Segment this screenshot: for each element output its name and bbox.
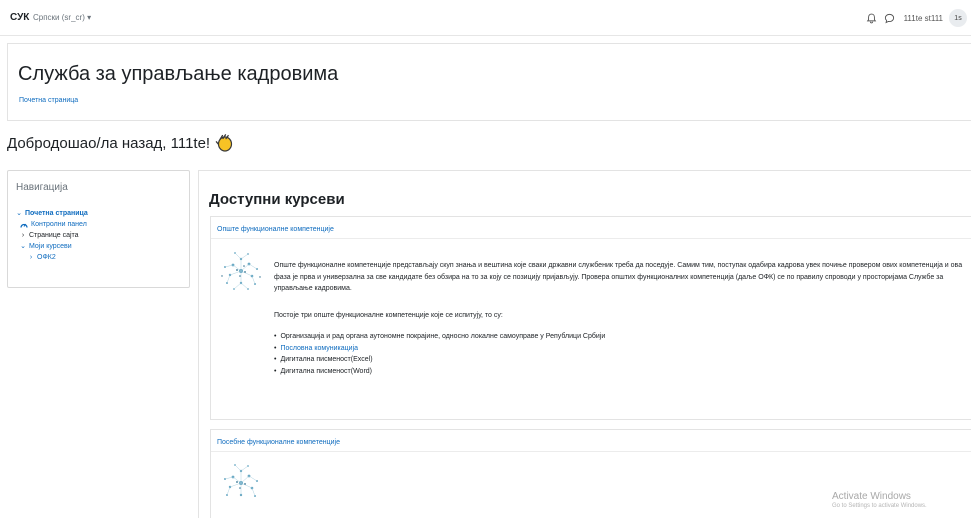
- top-navbar: СУК Српски (sr_cr) ▾ 111te st111 1s: [0, 0, 971, 36]
- message-icon[interactable]: [884, 12, 896, 24]
- language-menu[interactable]: Српски (sr_cr) ▾: [33, 13, 91, 22]
- course-summary: Опште функционалне компетенције представ…: [274, 262, 963, 292]
- course-image: [215, 457, 267, 509]
- list-item: Организација и рад органа аутономне покр…: [274, 331, 605, 343]
- waving-hand-icon: [214, 133, 234, 153]
- nav-site-pages-label[interactable]: Странице сајта: [29, 230, 79, 241]
- page-title: Служба за управљање кадровима: [18, 63, 339, 85]
- nav-item-home[interactable]: ⌄ Почетна страница: [16, 208, 88, 219]
- nav-my-courses-label[interactable]: Моји курсеви: [29, 241, 72, 252]
- avatar[interactable]: 1s: [949, 9, 967, 27]
- activation-watermark: Activate Windows Go to Settings to activ…: [832, 491, 927, 509]
- competency-list: Организација и рад органа аутономне покр…: [274, 331, 605, 377]
- nav-item-dashboard[interactable]: Контролни панел: [16, 219, 88, 230]
- nav-course-ofk2-label[interactable]: ОФК2: [37, 252, 56, 263]
- course-divider: [211, 451, 971, 452]
- nav-dashboard-label[interactable]: Контролни панел: [31, 219, 87, 230]
- course-image: [215, 245, 267, 297]
- nav-item-site-pages[interactable]: › Странице сајта: [16, 230, 88, 241]
- welcome-text: Добродошао/ла назад, 111te!: [7, 134, 211, 152]
- page-header: Служба за управљање кадровима Почетна ст…: [7, 43, 971, 121]
- watermark-title: Activate Windows: [832, 491, 911, 502]
- list-item: Дигитална писменост(Word): [274, 366, 605, 378]
- network-graphic-icon: [224, 464, 258, 497]
- course-name-link[interactable]: Посебне функционалне компетенције: [217, 439, 340, 446]
- chevron-down-icon[interactable]: ⌄: [20, 241, 26, 252]
- user-name[interactable]: 111te st111: [904, 14, 943, 23]
- list-item-link[interactable]: Пословна комуникација: [274, 343, 605, 355]
- available-courses-region: Доступни курсеви Опште функционалне комп…: [198, 170, 971, 518]
- navigation-tree: ⌄ Почетна страница Контролни панел › Стр…: [16, 208, 88, 263]
- course-name-link[interactable]: Опште функционалне компетенције: [217, 226, 334, 233]
- chevron-right-icon[interactable]: ›: [20, 230, 26, 241]
- navigation-block: Навигација ⌄ Почетна страница Контролни …: [7, 170, 190, 288]
- course-divider: [211, 238, 971, 239]
- network-graphic-icon: [221, 252, 261, 290]
- course-intro: Постоје три опште функционалне компетенц…: [274, 312, 503, 319]
- section-title: Доступни курсеви: [209, 191, 345, 208]
- nav-item-course-ofk2[interactable]: › ОФК2: [16, 252, 88, 263]
- user-menu-area: 111te st111 1s: [866, 9, 967, 27]
- welcome-message: Добродошао/ла назад, 111te!: [7, 133, 234, 153]
- breadcrumb[interactable]: Почетна страница: [19, 97, 78, 104]
- dashboard-icon: [20, 221, 28, 229]
- nav-item-my-courses[interactable]: ⌄ Моји курсеви: [16, 241, 88, 252]
- chevron-down-icon[interactable]: ⌄: [16, 208, 22, 219]
- nav-home-label[interactable]: Почетна страница: [25, 208, 88, 219]
- watermark-subtitle: Go to Settings to activate Windows.: [832, 503, 927, 509]
- course-card: Опште функционалне компетенције Опште фу…: [210, 216, 971, 420]
- bell-icon[interactable]: [866, 12, 878, 24]
- chevron-right-icon[interactable]: ›: [28, 252, 34, 263]
- site-brand[interactable]: СУК: [10, 12, 29, 23]
- list-item: Дигитална писменост(Excel): [274, 354, 605, 366]
- navigation-block-title: Навигација: [16, 182, 68, 193]
